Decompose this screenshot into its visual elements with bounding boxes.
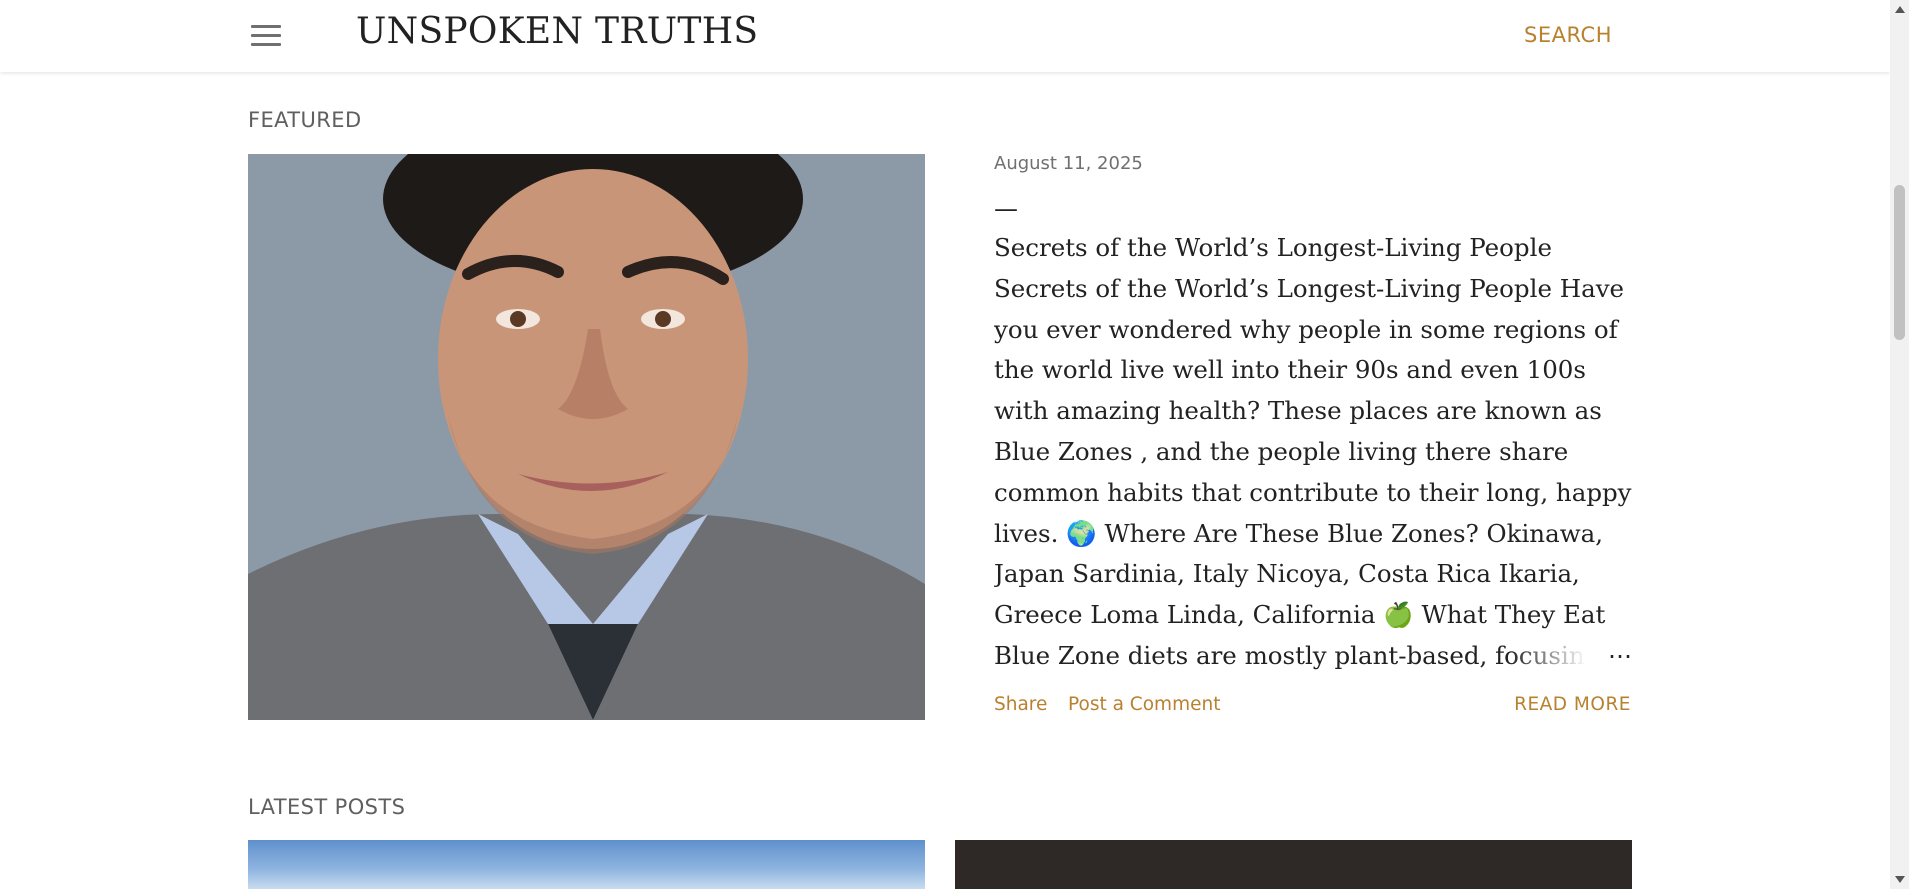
hamburger-menu-icon[interactable] — [251, 25, 281, 47]
post-title-dash[interactable]: — — [994, 195, 1018, 223]
site-header: UNSPOKEN TRUTHS SEARCH — [0, 0, 1890, 72]
post-snippet: Secrets of the World’s Longest-Living Pe… — [994, 233, 1632, 670]
featured-post-image[interactable] — [248, 154, 925, 720]
read-more-link[interactable]: READ MORE — [1514, 694, 1631, 715]
site-title[interactable]: UNSPOKEN TRUTHS — [356, 11, 758, 52]
scroll-down-icon[interactable] — [1895, 876, 1905, 883]
snippet-fade — [1510, 640, 1620, 678]
scroll-up-icon[interactable] — [1895, 6, 1905, 13]
search-button[interactable]: SEARCH — [1524, 23, 1612, 47]
page-scrollbar[interactable] — [1890, 0, 1909, 889]
scrollbar-thumb[interactable] — [1894, 185, 1905, 340]
post-comment-link[interactable]: Post a Comment — [1068, 694, 1220, 715]
latest-post-thumbnail[interactable] — [955, 840, 1632, 889]
latest-post-thumbnail[interactable] — [248, 840, 925, 889]
post-date[interactable]: August 11, 2025 — [994, 153, 1143, 174]
share-button[interactable]: Share — [994, 694, 1047, 715]
latest-posts-label: LATEST POSTS — [248, 795, 406, 819]
snippet-ellipsis: … — [1608, 636, 1632, 664]
featured-section-label: FEATURED — [248, 108, 362, 132]
